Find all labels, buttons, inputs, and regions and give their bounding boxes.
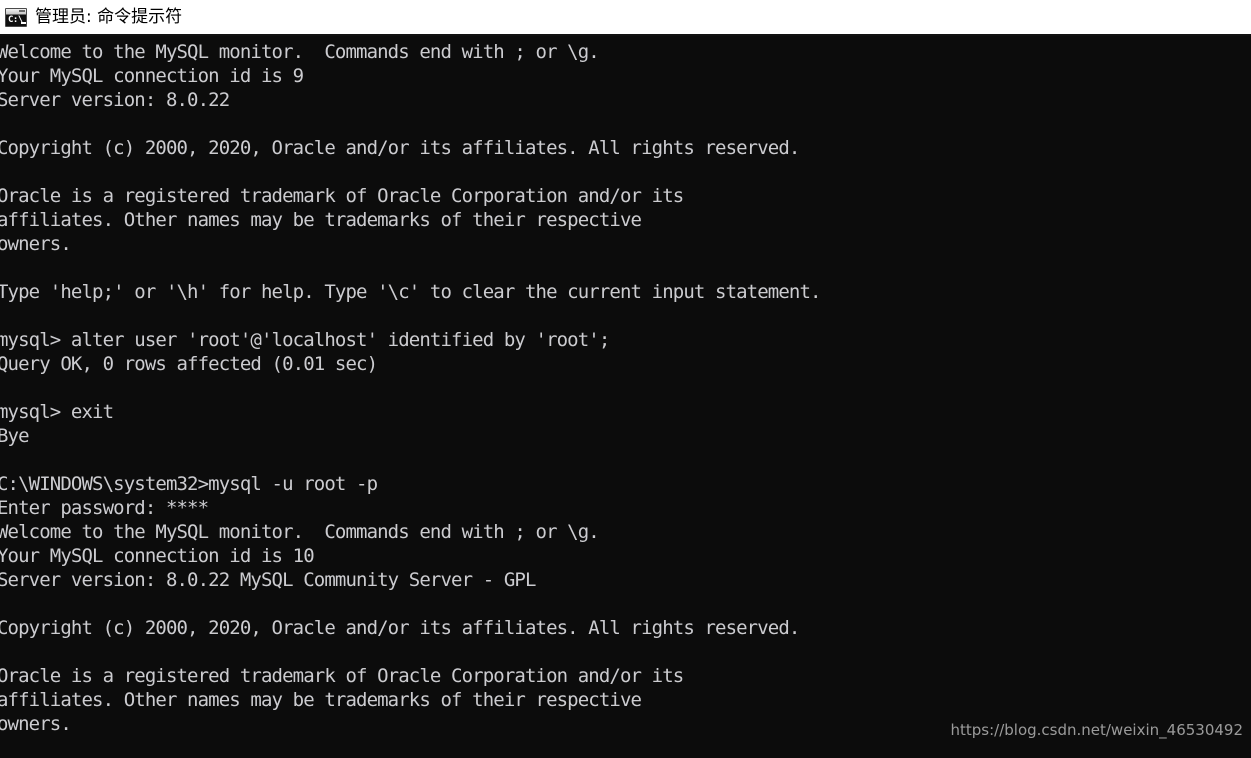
console-text: Welcome to the MySQL monitor. Commands e… — [0, 41, 821, 735]
icon-prompt-glyph: C:\ — [8, 14, 23, 25]
cmd-prompt-icon: C:\ — [5, 7, 27, 27]
terminal-output-area[interactable]: Welcome to the MySQL monitor. Commands e… — [0, 38, 1251, 758]
window-titlebar[interactable]: C:\ 管理员: 命令提示符 — [0, 0, 1251, 36]
window-title: 管理员: 命令提示符 — [35, 7, 183, 27]
command-prompt-window: C:\ 管理员: 命令提示符 Welcome to the MySQL moni… — [0, 0, 1251, 758]
icon-cursor-glyph — [21, 21, 26, 24]
watermark-url: https://blog.csdn.net/weixin_46530492 — [950, 721, 1243, 739]
